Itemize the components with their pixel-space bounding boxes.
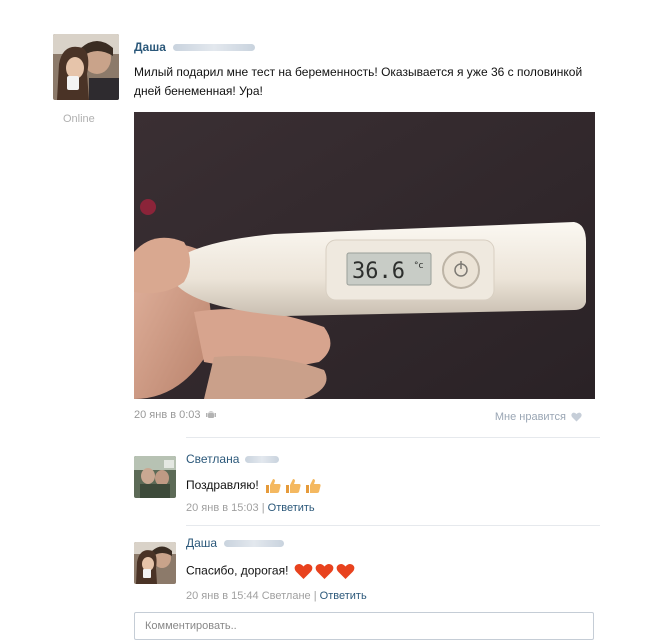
thermometer-unit: °c: [414, 261, 424, 271]
author-name-text[interactable]: Даша: [134, 40, 166, 54]
comment-meta: 20 янв в 15:44 Светлане | Ответить: [186, 590, 367, 602]
heart-icon: [336, 563, 355, 579]
comment-text-body: Спасибо, дорогая!: [186, 563, 289, 578]
reply-link[interactable]: Ответить: [268, 502, 315, 514]
comment-author-text[interactable]: Светлана: [186, 452, 239, 466]
comment-date[interactable]: 20 янв в 15:44: [186, 590, 259, 602]
thermometer-reading: 36.6: [352, 259, 405, 284]
thumbs-up-icon: [266, 479, 281, 493]
online-status: Online: [63, 113, 95, 125]
author-avatar[interactable]: [53, 34, 119, 100]
divider: [186, 437, 600, 438]
comment-avatar[interactable]: [134, 456, 176, 498]
like-label[interactable]: Мне нравится: [495, 411, 566, 423]
wall-post: Online Даша Милый подарил мне тест на бе…: [0, 0, 654, 644]
comment-author[interactable]: Даша: [186, 536, 285, 550]
blurred-surname: [224, 540, 285, 548]
comment-author[interactable]: Светлана: [186, 452, 279, 466]
blurred-surname: [244, 456, 279, 464]
heart-icon: [294, 563, 313, 579]
comment-author-text[interactable]: Даша: [186, 536, 217, 550]
thumbs-up-icon: [286, 479, 301, 493]
android-icon: [205, 411, 216, 419]
heart-icon: [315, 563, 334, 579]
thumbs-up-icons: [262, 478, 322, 493]
comment-input[interactable]: [135, 613, 593, 639]
post-date[interactable]: 20 янв в 0:03: [134, 409, 216, 421]
post-date-text[interactable]: 20 янв в 0:03: [134, 409, 201, 421]
post-text: Милый подарил мне тест на беременность! …: [134, 65, 583, 98]
blurred-surname: [173, 44, 256, 52]
reply-to[interactable]: Светлане: [262, 590, 311, 602]
divider: [186, 525, 600, 526]
reply-link[interactable]: Ответить: [320, 590, 367, 602]
comment-input-box[interactable]: [134, 612, 594, 640]
heart-icons: [292, 563, 355, 579]
comment-text: Спасибо, дорогая!: [186, 563, 355, 580]
heart-outline-icon[interactable]: [571, 412, 582, 422]
comment-avatar[interactable]: [134, 542, 176, 584]
author-name[interactable]: Даша: [134, 40, 256, 54]
like-button[interactable]: Мне нравится: [495, 411, 582, 423]
comment-date[interactable]: 20 янв в 15:03: [186, 502, 259, 514]
post-photo[interactable]: 36.6 °c: [134, 112, 595, 399]
thumbs-up-icon: [306, 479, 321, 493]
comment-text-body: Поздравляю!: [186, 478, 259, 493]
comment-text: Поздравляю!: [186, 478, 322, 494]
comment-meta: 20 янв в 15:03 | Ответить: [186, 502, 315, 514]
